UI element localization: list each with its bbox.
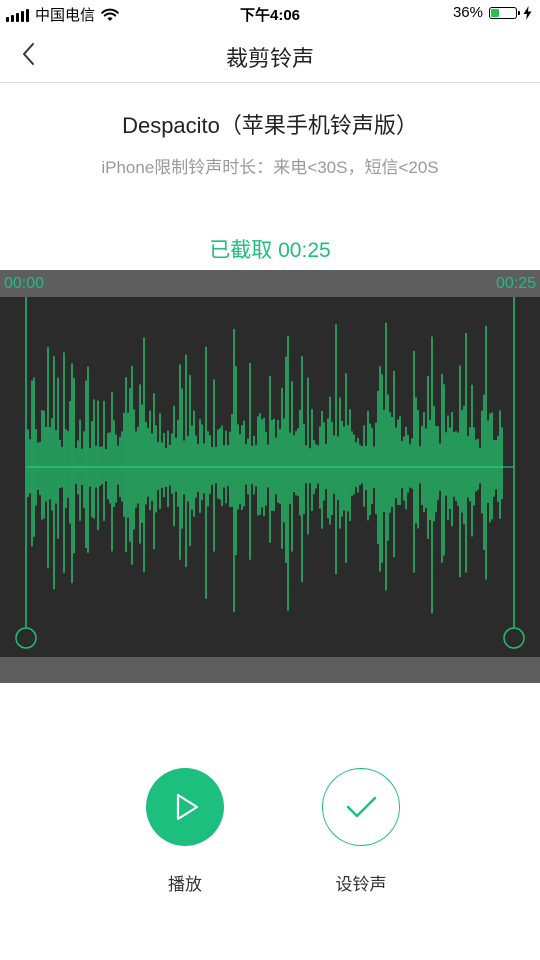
waveform xyxy=(15,297,525,649)
play-label: 播放 xyxy=(168,875,202,894)
play-button[interactable] xyxy=(146,768,224,846)
play-icon xyxy=(176,793,199,821)
status-right: 36% xyxy=(453,4,532,21)
page-title: 裁剪铃声 xyxy=(225,46,314,71)
set-ringtone-button[interactable] xyxy=(322,768,400,846)
waveform-bars xyxy=(26,322,514,614)
battery-icon xyxy=(489,6,520,19)
waveform-editor[interactable]: 00:00 00:25 xyxy=(0,270,540,683)
battery-percent: 36% xyxy=(452,4,483,21)
end-handle[interactable] xyxy=(503,627,525,649)
charging-icon xyxy=(523,5,532,20)
song-title: Despacito（苹果手机铃声版） xyxy=(122,113,418,138)
clip-duration-status: 已截取 00:25 xyxy=(209,239,331,262)
status-bar: 中国电信 下午4:06 36% xyxy=(0,0,540,28)
checkmark-icon xyxy=(346,796,377,818)
nav-bar: 裁剪铃声 xyxy=(0,28,540,83)
start-handle[interactable] xyxy=(15,627,37,649)
duration-hint: iPhone限制铃声时长：来电<30S，短信<20S xyxy=(101,158,439,177)
bottom-strip xyxy=(0,657,540,683)
set-ringtone-label: 设铃声 xyxy=(335,875,387,894)
